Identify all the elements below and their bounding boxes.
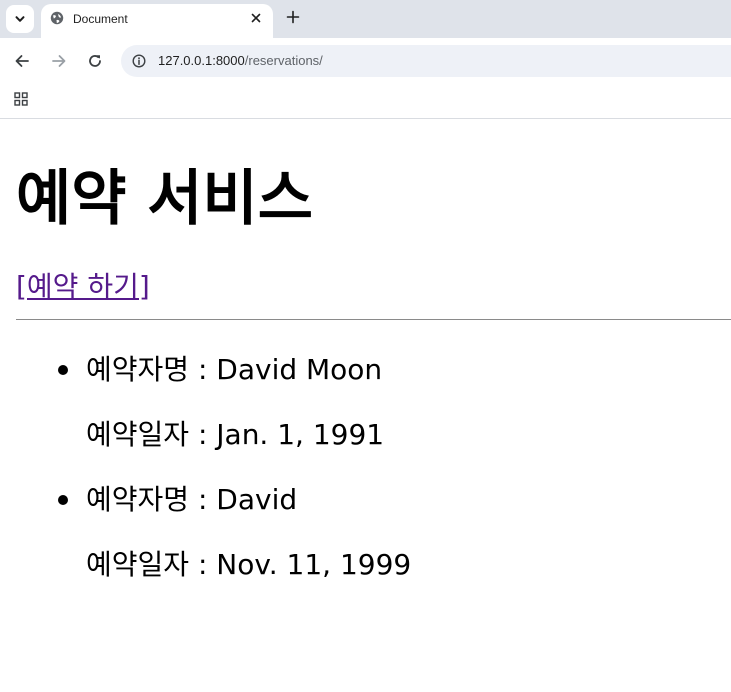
globe-icon	[50, 11, 64, 25]
tab-search-button[interactable]	[6, 5, 34, 33]
divider	[16, 319, 731, 320]
bullet	[58, 365, 68, 375]
url-path: /reservations/	[244, 53, 323, 68]
url-text: 127.0.0.1:8000/reservations/	[158, 53, 323, 68]
bullet	[58, 495, 68, 505]
close-icon	[251, 13, 261, 23]
back-button[interactable]	[10, 49, 34, 73]
reservation-date: 예약일자 : Jan. 1, 1991	[86, 418, 385, 451]
reload-icon	[89, 55, 101, 67]
chevron-down-icon	[15, 16, 25, 22]
reservation-date: 예약일자 : Nov. 11, 1999	[86, 548, 412, 581]
reserver-name: 예약자명 : David	[86, 483, 298, 516]
address-bar[interactable]: 127.0.0.1:8000/reservations/	[121, 45, 731, 77]
tab-strip: Document	[0, 0, 731, 38]
site-info-button[interactable]	[130, 52, 148, 70]
reserve-link[interactable]: [예약 하기]	[16, 267, 150, 307]
tab-title: Document	[73, 12, 128, 26]
plus-icon	[286, 10, 300, 24]
page-title: 예약 서비스	[16, 164, 313, 234]
forward-button[interactable]	[47, 49, 71, 73]
reserver-name: 예약자명 : David Moon	[86, 353, 383, 386]
back-arrow-icon	[15, 55, 29, 67]
new-tab-button[interactable]	[282, 6, 304, 28]
apps-button[interactable]	[12, 90, 30, 108]
reload-button[interactable]	[83, 49, 107, 73]
forward-arrow-icon	[52, 55, 66, 67]
page-content: 예약 서비스 [예약 하기] 예약자명 : David Moon 예약일자 : …	[0, 119, 731, 692]
tab-close-button[interactable]	[247, 9, 265, 27]
tab-document[interactable]: Document	[41, 4, 273, 38]
apps-grid-icon	[14, 92, 28, 106]
toolbar: 127.0.0.1:8000/reservations/	[0, 38, 731, 84]
browser-window: Document 127.0.0.1:8000/reservations/ 예약…	[0, 0, 731, 692]
bookmarks-bar	[0, 84, 731, 119]
info-icon	[132, 54, 146, 68]
url-host: 127.0.0.1:8000	[158, 53, 245, 68]
